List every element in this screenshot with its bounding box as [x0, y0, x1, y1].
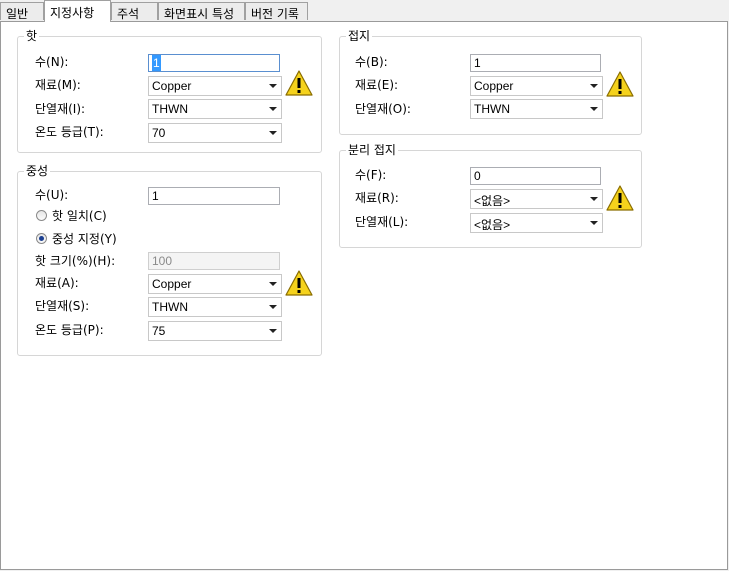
- hot-size-label: 핫 크기(%)(H):: [35, 254, 116, 268]
- hot-material-label: 재료(M):: [35, 78, 81, 92]
- isolated-ground-insulation-select[interactable]: <없음>: [470, 213, 603, 233]
- chevron-down-icon: [590, 107, 598, 111]
- match-hot-radio-label: 핫 일치(C): [52, 209, 107, 223]
- specify-neutral-radio-label: 중성 지정(Y): [52, 232, 117, 246]
- tab-specifications[interactable]: 지정사항: [44, 0, 111, 22]
- ground-insulation-label: 단열재(O):: [355, 102, 411, 116]
- ground-count-input[interactable]: 1: [470, 54, 601, 72]
- hot-temp-label: 온도 등급(T):: [35, 125, 104, 139]
- isolated-ground-group-title: 분리 접지: [346, 143, 398, 157]
- chevron-down-icon: [269, 107, 277, 111]
- hot-size-input[interactable]: 100: [148, 252, 280, 270]
- ground-group-title: 접지: [346, 29, 373, 43]
- ground-material-select[interactable]: Copper: [470, 76, 603, 96]
- neutral-temp-select[interactable]: 75: [148, 321, 282, 341]
- chevron-down-icon: [269, 131, 277, 135]
- chevron-down-icon: [590, 84, 598, 88]
- neutral-count-label: 수(U):: [35, 188, 69, 202]
- neutral-material-select[interactable]: Copper: [148, 274, 282, 294]
- chevron-down-icon: [269, 305, 277, 309]
- isolated-ground-material-select[interactable]: <없음>: [470, 189, 603, 209]
- ground-insulation-select[interactable]: THWN: [470, 99, 603, 119]
- isolated-ground-insulation-label: 단열재(L):: [355, 215, 409, 229]
- tab-annotation[interactable]: 주석: [111, 2, 158, 21]
- tab-general[interactable]: 일반: [0, 2, 44, 21]
- tab-bar: 일반 지정사항 주석 화면표시 특성 버전 기록: [0, 0, 729, 22]
- chevron-down-icon: [269, 282, 277, 286]
- chevron-down-icon: [269, 84, 277, 88]
- ground-material-label: 재료(E):: [355, 78, 399, 92]
- warning-icon: [285, 70, 313, 96]
- chevron-down-icon: [269, 329, 277, 333]
- neutral-temp-label: 온도 등급(P):: [35, 323, 104, 337]
- hot-count-label: 수(N):: [35, 55, 69, 69]
- neutral-material-label: 재료(A):: [35, 276, 79, 290]
- isolated-ground-count-input[interactable]: 0: [470, 167, 601, 185]
- chevron-down-icon: [590, 197, 598, 201]
- hot-group-title: 핫: [24, 29, 40, 43]
- hot-count-input[interactable]: 1: [148, 54, 280, 72]
- warning-icon: [606, 71, 634, 97]
- hot-temp-select[interactable]: 70: [148, 123, 282, 143]
- warning-icon: [606, 185, 634, 211]
- ground-count-label: 수(B):: [355, 55, 388, 69]
- hot-insulation-select[interactable]: THWN: [148, 99, 282, 119]
- isolated-ground-count-label: 수(F):: [355, 168, 387, 182]
- neutral-insulation-label: 단열재(S):: [35, 299, 90, 313]
- tab-version-history[interactable]: 버전 기록: [245, 2, 308, 21]
- warning-icon: [285, 270, 313, 296]
- hot-insulation-label: 단열재(I):: [35, 102, 86, 116]
- hot-material-select[interactable]: Copper: [148, 76, 282, 96]
- tab-display-properties[interactable]: 화면표시 특성: [158, 2, 245, 21]
- neutral-count-input[interactable]: 1: [148, 187, 280, 205]
- chevron-down-icon: [590, 221, 598, 225]
- neutral-insulation-select[interactable]: THWN: [148, 297, 282, 317]
- isolated-ground-material-label: 재료(R):: [355, 191, 399, 205]
- specify-neutral-radio[interactable]: [36, 233, 47, 244]
- neutral-group-title: 중성: [24, 164, 51, 178]
- match-hot-radio[interactable]: [36, 210, 47, 221]
